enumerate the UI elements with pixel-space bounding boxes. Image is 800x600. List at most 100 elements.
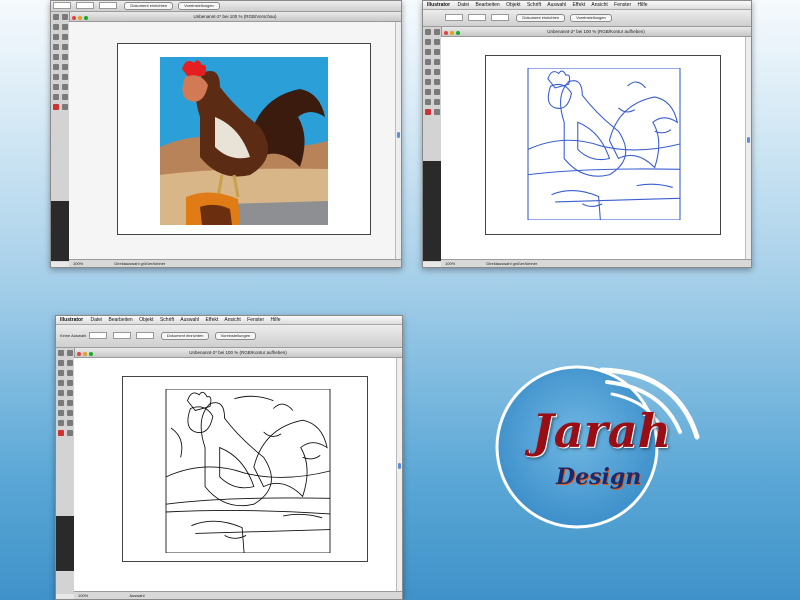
pencil-tool-icon[interactable] [434, 69, 440, 75]
menu-view[interactable]: Ansicht [591, 2, 607, 8]
vertical-scrollbar[interactable] [395, 22, 401, 262]
type-tool-icon[interactable] [62, 34, 68, 40]
swap-colors-icon[interactable] [62, 104, 68, 110]
fill-field[interactable] [445, 14, 463, 22]
vertical-scrollbar[interactable] [396, 358, 402, 594]
menu-edit[interactable]: Bearbeiten [476, 2, 500, 8]
free-transform-tool-icon[interactable] [67, 410, 73, 416]
canvas[interactable] [441, 37, 747, 262]
menu-effect[interactable]: Effekt [573, 2, 586, 8]
menu-window[interactable]: Fenster [614, 2, 631, 8]
menu-select[interactable]: Auswahl [180, 317, 199, 323]
stroke-weight-field[interactable] [99, 2, 118, 10]
scale-tool-icon[interactable] [434, 79, 440, 85]
line-tool-icon[interactable] [53, 44, 59, 50]
symbol-tool-icon[interactable] [425, 99, 431, 105]
swap-colors-icon[interactable] [67, 430, 73, 436]
menu-effect[interactable]: Effekt [206, 317, 219, 323]
document-setup-button[interactable]: Dokument einrichten [124, 1, 174, 10]
canvas[interactable] [69, 22, 397, 262]
menu-help[interactable]: Hilfe [271, 317, 281, 323]
scroll-thumb[interactable] [397, 132, 400, 138]
brush-tool-icon[interactable] [58, 390, 64, 396]
menu-object[interactable]: Objekt [506, 2, 520, 8]
pencil-tool-icon[interactable] [62, 54, 68, 60]
warp-tool-icon[interactable] [58, 410, 64, 416]
menu-file[interactable]: Datei [90, 317, 102, 323]
selection-tool-icon[interactable] [425, 29, 431, 35]
rectangle-tool-icon[interactable] [67, 380, 73, 386]
selection-tool-icon[interactable] [58, 350, 64, 356]
pencil-tool-icon[interactable] [67, 390, 73, 396]
rectangle-tool-icon[interactable] [434, 59, 440, 65]
line-tool-icon[interactable] [58, 380, 64, 386]
magic-wand-tool-icon[interactable] [53, 24, 59, 30]
symbol-tool-icon[interactable] [58, 420, 64, 426]
mesh-tool-icon[interactable] [53, 94, 59, 100]
rotate-tool-icon[interactable] [53, 64, 59, 70]
lasso-tool-icon[interactable] [434, 39, 440, 45]
menu-object[interactable]: Objekt [139, 317, 153, 323]
zoom-level[interactable]: 100% [78, 593, 88, 598]
pen-tool-icon[interactable] [425, 49, 431, 55]
direct-selection-tool-icon[interactable] [62, 14, 68, 20]
fill-stroke-icon[interactable] [425, 109, 431, 115]
warp-tool-icon[interactable] [53, 74, 59, 80]
menu-type[interactable]: Schrift [160, 317, 174, 323]
menu-edit[interactable]: Bearbeiten [109, 317, 133, 323]
zoom-level[interactable]: 100% [445, 261, 455, 266]
graph-tool-icon[interactable] [67, 420, 73, 426]
document-setup-button[interactable]: Dokument einrichten [516, 13, 566, 22]
menu-app[interactable]: Illustrator [60, 317, 83, 323]
rotate-tool-icon[interactable] [425, 79, 431, 85]
fill-stroke-icon[interactable] [53, 104, 59, 110]
graph-tool-icon[interactable] [62, 84, 68, 90]
symbol-tool-icon[interactable] [53, 84, 59, 90]
scale-tool-icon[interactable] [67, 400, 73, 406]
preferences-button[interactable]: Voreinstellungen [214, 331, 257, 340]
menu-view[interactable]: Ansicht [224, 317, 240, 323]
menu-select[interactable]: Auswahl [547, 2, 566, 8]
free-transform-tool-icon[interactable] [62, 74, 68, 80]
fill-field[interactable] [89, 332, 108, 340]
direct-selection-tool-icon[interactable] [67, 350, 73, 356]
stroke-weight-field[interactable] [491, 14, 510, 22]
scale-tool-icon[interactable] [62, 64, 68, 70]
canvas[interactable] [74, 358, 398, 594]
selection-tool-icon[interactable] [53, 14, 59, 20]
brush-tool-icon[interactable] [425, 69, 431, 75]
line-tool-icon[interactable] [425, 59, 431, 65]
fill-field[interactable] [53, 2, 71, 10]
scroll-thumb[interactable] [398, 463, 401, 469]
menu-window[interactable]: Fenster [247, 317, 264, 323]
stroke-field[interactable] [76, 2, 95, 10]
type-tool-icon[interactable] [67, 370, 73, 376]
fill-stroke-icon[interactable] [58, 430, 64, 436]
brush-tool-icon[interactable] [53, 54, 59, 60]
direct-selection-tool-icon[interactable] [434, 29, 440, 35]
magic-wand-tool-icon[interactable] [58, 360, 64, 366]
lasso-tool-icon[interactable] [67, 360, 73, 366]
stroke-weight-field[interactable] [135, 332, 154, 340]
pen-tool-icon[interactable] [58, 370, 64, 376]
rectangle-tool-icon[interactable] [62, 44, 68, 50]
zoom-level[interactable]: 100% [73, 261, 83, 266]
stroke-field[interactable] [112, 332, 131, 340]
gradient-tool-icon[interactable] [62, 94, 68, 100]
preferences-button[interactable]: Voreinstellungen [570, 13, 612, 22]
pen-tool-icon[interactable] [53, 34, 59, 40]
preferences-button[interactable]: Voreinstellungen [178, 1, 220, 10]
menu-help[interactable]: Hilfe [638, 2, 648, 8]
graph-tool-icon[interactable] [434, 99, 440, 105]
warp-tool-icon[interactable] [425, 89, 431, 95]
menu-type[interactable]: Schrift [527, 2, 541, 8]
scroll-thumb[interactable] [747, 137, 750, 143]
menu-app[interactable]: Illustrator [427, 2, 450, 8]
vertical-scrollbar[interactable] [745, 37, 751, 262]
swap-colors-icon[interactable] [434, 109, 440, 115]
lasso-tool-icon[interactable] [62, 24, 68, 30]
type-tool-icon[interactable] [434, 49, 440, 55]
magic-wand-tool-icon[interactable] [425, 39, 431, 45]
menu-file[interactable]: Datei [457, 2, 469, 8]
document-setup-button[interactable]: Dokument einrichten [160, 331, 210, 340]
